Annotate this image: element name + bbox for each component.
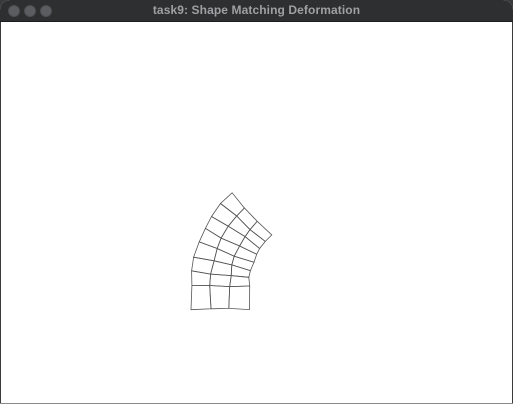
- mesh-cell: [191, 270, 212, 287]
- mesh-cell: [236, 207, 258, 231]
- deformed-mesh: [190, 192, 273, 311]
- mesh-cell: [209, 273, 232, 288]
- mesh-cell: [230, 264, 251, 278]
- title-bar[interactable]: task9: Shape Matching Deformation: [0, 0, 513, 22]
- mesh-cell: [191, 256, 215, 275]
- mesh-cell: [209, 285, 231, 310]
- mesh-cell: [228, 285, 251, 311]
- app-window: task9: Shape Matching Deformation: [0, 0, 513, 404]
- window-border-left: [0, 22, 1, 404]
- mesh-cell: [239, 235, 261, 255]
- mesh-cell: [249, 220, 273, 242]
- mesh-cell: [231, 255, 255, 272]
- window-title: task9: Shape Matching Deformation: [152, 3, 361, 17]
- mesh-cell: [213, 247, 235, 266]
- mesh-cell: [193, 241, 218, 262]
- mesh-cell: [210, 202, 238, 227]
- render-canvas[interactable]: [1, 22, 512, 403]
- mesh-cell: [210, 260, 233, 277]
- mesh-cell: [219, 192, 245, 217]
- mesh-cell: [190, 285, 212, 311]
